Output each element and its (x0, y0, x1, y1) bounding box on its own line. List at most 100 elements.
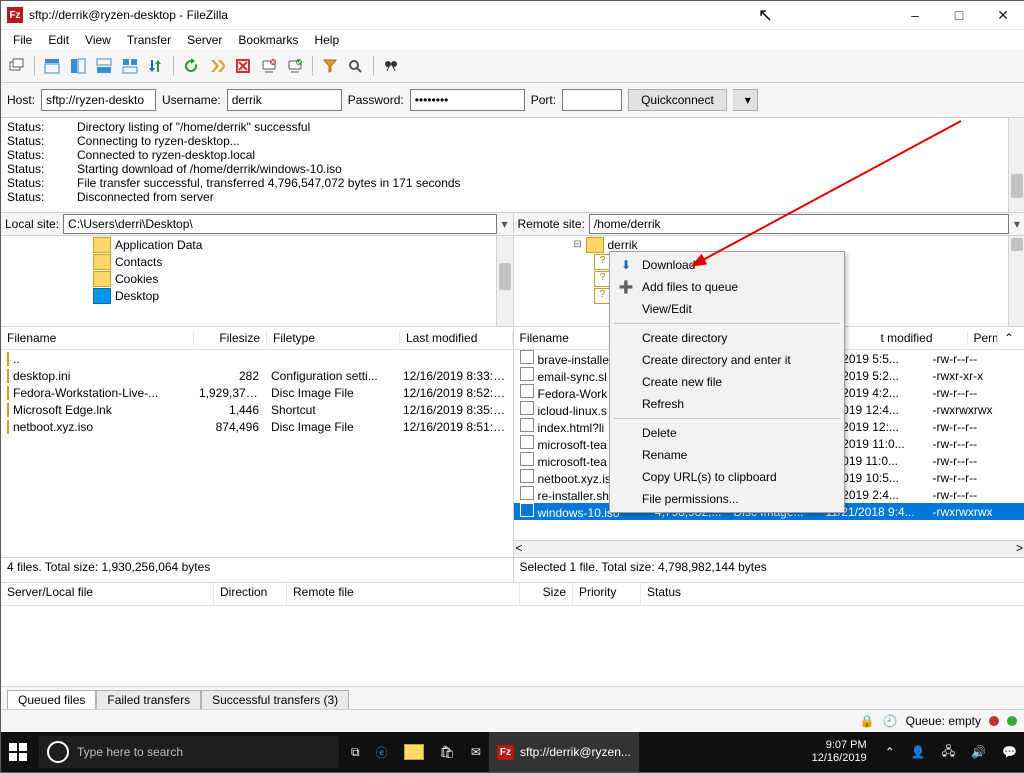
file-row[interactable]: desktop.ini 282 Configuration setti... 1… (1, 367, 513, 384)
transfer-queue-button[interactable] (144, 54, 168, 78)
remote-tree-scrollbar[interactable] (1008, 236, 1024, 326)
find-button[interactable] (379, 54, 403, 78)
tray-overflow-icon[interactable]: ⌃ (877, 732, 903, 772)
tab-successful[interactable]: Successful transfers (3) (201, 690, 349, 709)
quickconnect-button[interactable]: Quickconnect (628, 89, 727, 111)
tree-item[interactable]: Application Data (1, 236, 513, 253)
maximize-button[interactable]: □ (937, 1, 981, 29)
col-modified[interactable]: Last modified (400, 331, 513, 345)
tab-queued[interactable]: Queued files (7, 690, 96, 709)
message-log[interactable]: Status:Directory listing of "/home/derri… (1, 118, 1024, 213)
tab-failed[interactable]: Failed transfers (96, 690, 201, 709)
context-copy-url-s-to-clipboard[interactable]: Copy URL(s) to clipboard (612, 466, 842, 488)
titlebar: Fz sftp://derrik@ryzen-desktop - FileZil… (1, 1, 1024, 30)
tree-item[interactable]: Desktop (1, 287, 513, 304)
process-queue-button[interactable] (205, 54, 229, 78)
context-create-new-file[interactable]: Create new file (612, 371, 842, 393)
context-file-permissions-[interactable]: File permissions... (612, 488, 842, 510)
menu-item-icon: ⬇ (618, 258, 634, 272)
password-input[interactable] (410, 89, 525, 111)
file-icon (7, 352, 9, 366)
log-scrollbar[interactable] (1008, 118, 1024, 212)
col-status[interactable]: Status (641, 583, 1024, 605)
remote-site-dropdown[interactable]: ▾ (1009, 217, 1024, 231)
port-input[interactable] (562, 89, 622, 111)
quickconnect-dropdown[interactable]: ▾ (733, 89, 758, 111)
taskbar-clock[interactable]: 9:07 PM 12/16/2019 (802, 739, 877, 765)
context-add-files-to-queue[interactable]: ➕Add files to queue (612, 276, 842, 298)
folder-icon (93, 237, 111, 253)
col-size[interactable]: Size (520, 583, 573, 605)
tray-people-icon[interactable]: 👤 (903, 732, 934, 772)
filezilla-taskbar[interactable]: Fz sftp://derrik@ryzen... (489, 732, 639, 772)
file-row[interactable]: Microsoft Edge.lnk 1,446 Shortcut 12/16/… (1, 401, 513, 418)
start-button[interactable] (1, 732, 35, 772)
layout3-button[interactable] (92, 54, 116, 78)
taskbar-search[interactable]: Type here to search (39, 736, 339, 768)
col-remote-file[interactable]: Remote file (287, 583, 520, 605)
col-direction[interactable]: Direction (214, 583, 287, 605)
menu-transfer[interactable]: Transfer (119, 31, 179, 49)
transfer-queue-body[interactable] (1, 606, 1024, 686)
col-server-local[interactable]: Server/Local file (1, 583, 214, 605)
close-button[interactable]: ✕ (981, 1, 1024, 29)
edge-icon[interactable]: ⓔ (368, 732, 396, 772)
store-icon[interactable]: 🛍 (432, 732, 463, 772)
disconnect-button[interactable] (257, 54, 281, 78)
context-rename[interactable]: Rename (612, 444, 842, 466)
local-site-input[interactable] (63, 214, 496, 234)
file-row[interactable]: Fedora-Workstation-Live-... 1,929,379,8.… (1, 384, 513, 401)
file-row[interactable]: netboot.xyz.iso 874,496 Disc Image File … (1, 418, 513, 435)
menu-view[interactable]: View (77, 31, 119, 49)
mail-icon[interactable]: ✉ (463, 732, 489, 772)
tree-item[interactable]: Cookies (1, 270, 513, 287)
reconnect-button[interactable] (283, 54, 307, 78)
layout2-button[interactable] (66, 54, 90, 78)
activity-led-1 (989, 716, 999, 726)
layout1-button[interactable] (40, 54, 64, 78)
menu-separator (614, 418, 840, 419)
file-row[interactable]: .. (1, 350, 513, 367)
username-input[interactable] (227, 89, 342, 111)
local-tree-scrollbar[interactable] (496, 236, 513, 326)
context-view-edit[interactable]: View/Edit (612, 298, 842, 320)
context-download[interactable]: ⬇Download (612, 254, 842, 276)
notifications-icon[interactable]: 💬 (994, 732, 1024, 772)
local-file-list[interactable]: Filename Filesize Filetype Last modified… (1, 327, 513, 557)
sitemanager-button[interactable] (5, 54, 29, 78)
task-view-button[interactable]: ⧉ (343, 732, 368, 772)
host-input[interactable] (41, 89, 156, 111)
menu-file[interactable]: File (5, 31, 40, 49)
col-priority[interactable]: Priority (573, 583, 641, 605)
context-refresh[interactable]: Refresh (612, 393, 842, 415)
menu-help[interactable]: Help (306, 31, 347, 49)
context-create-directory-and-enter-it[interactable]: Create directory and enter it (612, 349, 842, 371)
explorer-icon[interactable] (396, 732, 432, 772)
compare-button[interactable] (344, 54, 368, 78)
local-site-dropdown[interactable]: ▾ (497, 217, 513, 231)
tray-volume-icon[interactable]: 🔊 (963, 732, 994, 772)
layout4-button[interactable] (118, 54, 142, 78)
tree-item[interactable]: Contacts (1, 253, 513, 270)
context-delete[interactable]: Delete (612, 422, 842, 444)
local-tree[interactable]: Application DataContactsCookiesDesktop (1, 236, 513, 327)
menu-server[interactable]: Server (179, 31, 230, 49)
filter-button[interactable] (318, 54, 342, 78)
minimize-button[interactable]: – (893, 1, 937, 29)
remote-site-input[interactable] (589, 214, 1009, 234)
refresh-button[interactable] (179, 54, 203, 78)
context-create-directory[interactable]: Create directory (612, 327, 842, 349)
file-icon (520, 486, 534, 500)
col-permissions[interactable]: Permissions (968, 331, 999, 345)
tray-network-icon[interactable]: 🖧 (934, 732, 963, 772)
menu-bookmarks[interactable]: Bookmarks (230, 31, 306, 49)
col-filename[interactable]: Filename (1, 331, 194, 345)
col-scroll-up[interactable]: ⌃ (998, 331, 1024, 345)
remote-h-scrollbar[interactable]: <> (514, 540, 1024, 557)
menubar: File Edit View Transfer Server Bookmarks… (1, 30, 1024, 50)
menu-edit[interactable]: Edit (40, 31, 77, 49)
cancel-button[interactable] (231, 54, 255, 78)
col-filetype[interactable]: Filetype (267, 331, 400, 345)
col-filesize[interactable]: Filesize (194, 331, 267, 345)
col-modified[interactable]: t modified (875, 331, 968, 345)
